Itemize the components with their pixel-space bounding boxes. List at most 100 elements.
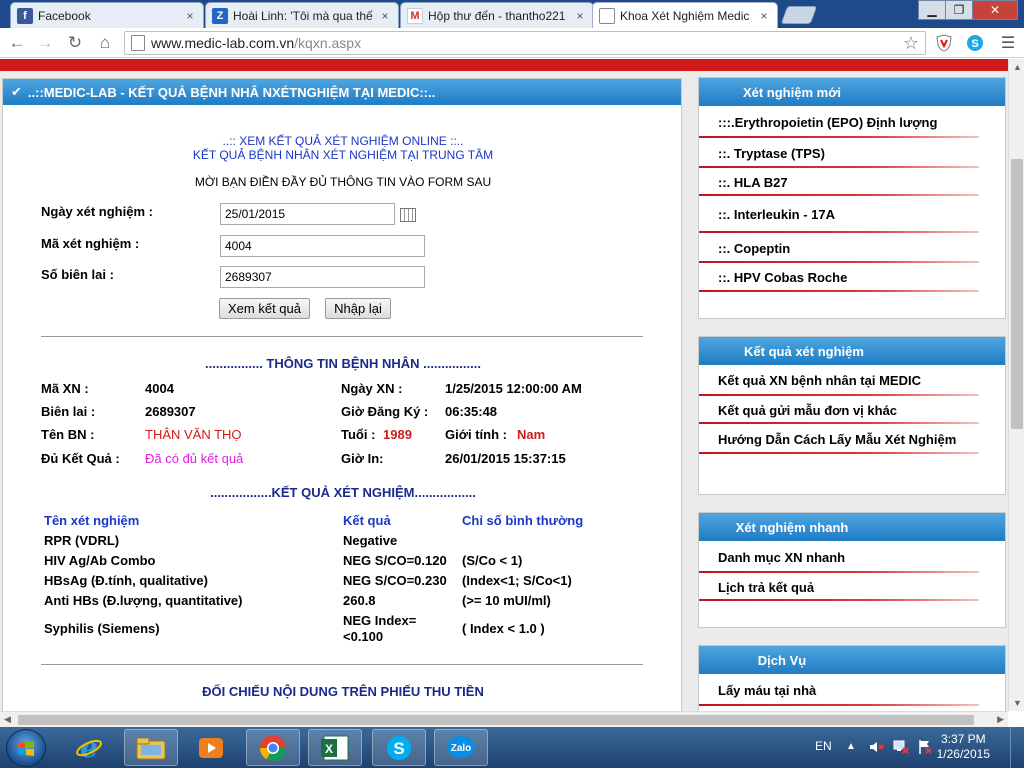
reset-button[interactable]: Nhập lại	[325, 298, 391, 319]
language-indicator[interactable]: EN	[815, 739, 832, 753]
services-title: Dịch Vụ	[699, 646, 1005, 674]
svg-text:Zalo: Zalo	[451, 743, 472, 754]
sidebar-item-medic-results[interactable]: Kết quả XN bệnh nhân tại MEDIC	[699, 365, 1005, 396]
bookmark-star-icon[interactable]: ☆	[903, 33, 919, 54]
ma-xn-label: Mã XN :	[41, 381, 89, 396]
table-row-result-line2: <0.100	[343, 629, 384, 644]
close-tab-icon[interactable]: ×	[183, 9, 197, 23]
tab-title: Hộp thư đến - thantho221	[428, 8, 566, 23]
tab-gmail[interactable]: M Hộp thư đến - thantho221 ×	[400, 2, 594, 28]
network-error-icon[interactable]	[893, 739, 909, 758]
scroll-up-icon[interactable]: ▲	[1013, 62, 1022, 72]
sidebar-item-hpv[interactable]: ::. HPV Cobas Roche	[699, 263, 1005, 292]
ngay-xn-label: Ngày XN :	[341, 381, 403, 396]
media-player-icon[interactable]	[184, 729, 238, 766]
sidebar-item-interleukin[interactable]: ::. Interleukin - 17A	[699, 196, 1005, 233]
ngay-xn-value: 1/25/2015 12:00:00 AM	[445, 381, 582, 396]
tab-medic-lab[interactable]: Khoa Xét Nghiệm Medic - ×	[592, 2, 778, 28]
sidebar-item-schedule[interactable]: Lịch trả kết quả	[699, 573, 1005, 601]
tab-facebook[interactable]: f Facebook ×	[10, 2, 204, 28]
restore-icon[interactable]: ❐	[945, 0, 973, 20]
scroll-thumb[interactable]	[18, 715, 974, 725]
home-icon[interactable]: ⌂	[94, 32, 116, 54]
scroll-right-icon[interactable]: ▶	[997, 714, 1004, 725]
sidebar-item-tryptase[interactable]: ::. Tryptase (TPS)	[699, 138, 1005, 168]
table-row-result: NEG S/CO=0.120	[343, 553, 447, 568]
du-ket-qua-label: Đủ Kết Quả :	[41, 451, 120, 466]
tray-expand-icon[interactable]: ▲	[846, 741, 856, 752]
sidebar-item-sampling-guide[interactable]: Hướng Dẫn Cách Lấy Mẫu Xét Nghiệm	[699, 424, 1005, 454]
chrome-icon[interactable]	[246, 729, 300, 766]
svg-text:X: X	[325, 742, 333, 756]
horizontal-scrollbar[interactable]: ◀ ▶	[0, 711, 1008, 727]
sidebar-item-hla-b27[interactable]: ::. HLA B27	[699, 168, 1005, 196]
minimize-icon[interactable]: ▁	[918, 0, 946, 20]
forward-arrow-icon[interactable]: →	[34, 32, 56, 54]
close-window-icon[interactable]: ✕	[972, 0, 1018, 20]
page-viewport: ✔ ..::MEDIC-LAB - KẾT QUẢ BỆNH NHÂ NXÉTN…	[0, 59, 1008, 711]
scroll-down-icon[interactable]: ▼	[1013, 698, 1022, 708]
url-path: /kqxn.aspx	[294, 35, 362, 51]
table-row-name: RPR (VDRL)	[44, 533, 120, 548]
sidebar-item-home-sampling[interactable]: Lấy máu tại nhà	[699, 674, 1005, 706]
excel-icon[interactable]: X	[308, 729, 362, 766]
vertical-scrollbar[interactable]: ▲ ▼	[1008, 59, 1024, 711]
skype-extension-icon[interactable]: S	[965, 33, 985, 53]
table-row-normal: (Index<1; S/Co<1)	[462, 573, 572, 588]
back-arrow-icon[interactable]: ←	[6, 32, 28, 54]
menu-icon[interactable]: ☰	[998, 33, 1018, 53]
link-text: Kết quả XN bệnh nhân tại MEDIC	[718, 373, 921, 388]
reload-icon[interactable]: ↻	[64, 32, 86, 54]
view-result-button[interactable]: Xem kết quả	[219, 298, 310, 319]
new-tab-button[interactable]	[780, 6, 818, 24]
patient-info-title: ................ THÔNG TIN BỆNH NHÂN ...…	[205, 356, 481, 371]
internet-explorer-icon[interactable]: e	[62, 729, 116, 766]
table-row-result: NEG S/CO=0.230	[343, 573, 447, 588]
skype-icon[interactable]: S	[372, 729, 426, 766]
check-icon: ✔	[11, 84, 22, 99]
site-top-bar	[0, 59, 1008, 71]
flag-alert-icon[interactable]	[917, 739, 933, 758]
test-code-input[interactable]	[220, 235, 425, 257]
close-tab-icon[interactable]: ×	[573, 9, 587, 23]
ten-bn-value: THÂN VĂN THỌ	[145, 427, 242, 442]
sidebar-item-quick-list[interactable]: Danh mục XN nhanh	[699, 541, 1005, 573]
tuoi-label: Tuổi :	[341, 427, 376, 442]
sidebar-item-copeptin[interactable]: ::. Copeptin	[699, 233, 1005, 263]
start-button[interactable]	[6, 729, 46, 767]
results-title: .................KẾT QUẢ XÉT NGHIỆM.....…	[210, 485, 476, 500]
col-test-name: Tên xét nghiệm	[44, 513, 140, 528]
bien-lai-label: Biên lai :	[41, 404, 96, 419]
close-tab-icon[interactable]: ×	[378, 9, 392, 23]
sidebar-item-external-results[interactable]: Kết quả gửi mẫu đơn vị khác	[699, 396, 1005, 424]
url-host: www.medic-lab.com.vn	[151, 35, 295, 51]
date-input[interactable]	[220, 203, 395, 225]
extension-shield-icon[interactable]	[934, 33, 954, 53]
sidebar-item-epo[interactable]: :::.Erythropoietin (EPO) Định lượng	[699, 106, 1005, 138]
zalo-icon[interactable]: Zalo	[434, 729, 488, 766]
du-ket-qua-value: Đã có đủ kết quả	[145, 451, 244, 466]
scroll-thumb[interactable]	[1011, 159, 1023, 429]
quick-tests-box: Xét nghiệm nhanh Danh mục XN nhanh Lịch …	[698, 512, 1006, 628]
scroll-left-icon[interactable]: ◀	[4, 714, 11, 725]
receipt-input[interactable]	[220, 266, 425, 288]
taskbar-clock[interactable]: 3:37 PM 1/26/2015	[937, 732, 990, 762]
compare-title: ĐỐI CHIẾU NỘI DUNG TRÊN PHIẾU THU TIỀN	[202, 684, 484, 699]
show-desktop-button[interactable]	[1010, 727, 1024, 768]
volume-muted-icon[interactable]	[868, 739, 884, 758]
result-panel-header: ✔ ..::MEDIC-LAB - KẾT QUẢ BỆNH NHÂ NXÉTN…	[3, 79, 681, 105]
table-row-normal: (S/Co < 1)	[462, 553, 523, 568]
windows-logo-icon	[18, 741, 34, 756]
address-bar[interactable]: www.medic-lab.com.vn /kqxn.aspx ☆	[124, 31, 926, 55]
svg-text:e: e	[80, 733, 98, 763]
tab-title: Hoài Linh: 'Tôi mà qua thế	[233, 8, 373, 23]
file-explorer-icon[interactable]	[124, 729, 178, 766]
close-tab-icon[interactable]: ×	[757, 9, 771, 23]
tab-news[interactable]: Z Hoài Linh: 'Tôi mà qua thế ×	[205, 2, 399, 28]
table-row-result: Negative	[343, 533, 398, 548]
col-normal-range: Chỉ số bình thường	[462, 513, 584, 528]
table-row-name: HIV Ag/Ab Combo	[44, 553, 156, 568]
gioi-tinh-label: Giới tính :	[445, 427, 507, 442]
calendar-icon[interactable]	[400, 208, 416, 222]
zing-icon: Z	[212, 7, 228, 24]
